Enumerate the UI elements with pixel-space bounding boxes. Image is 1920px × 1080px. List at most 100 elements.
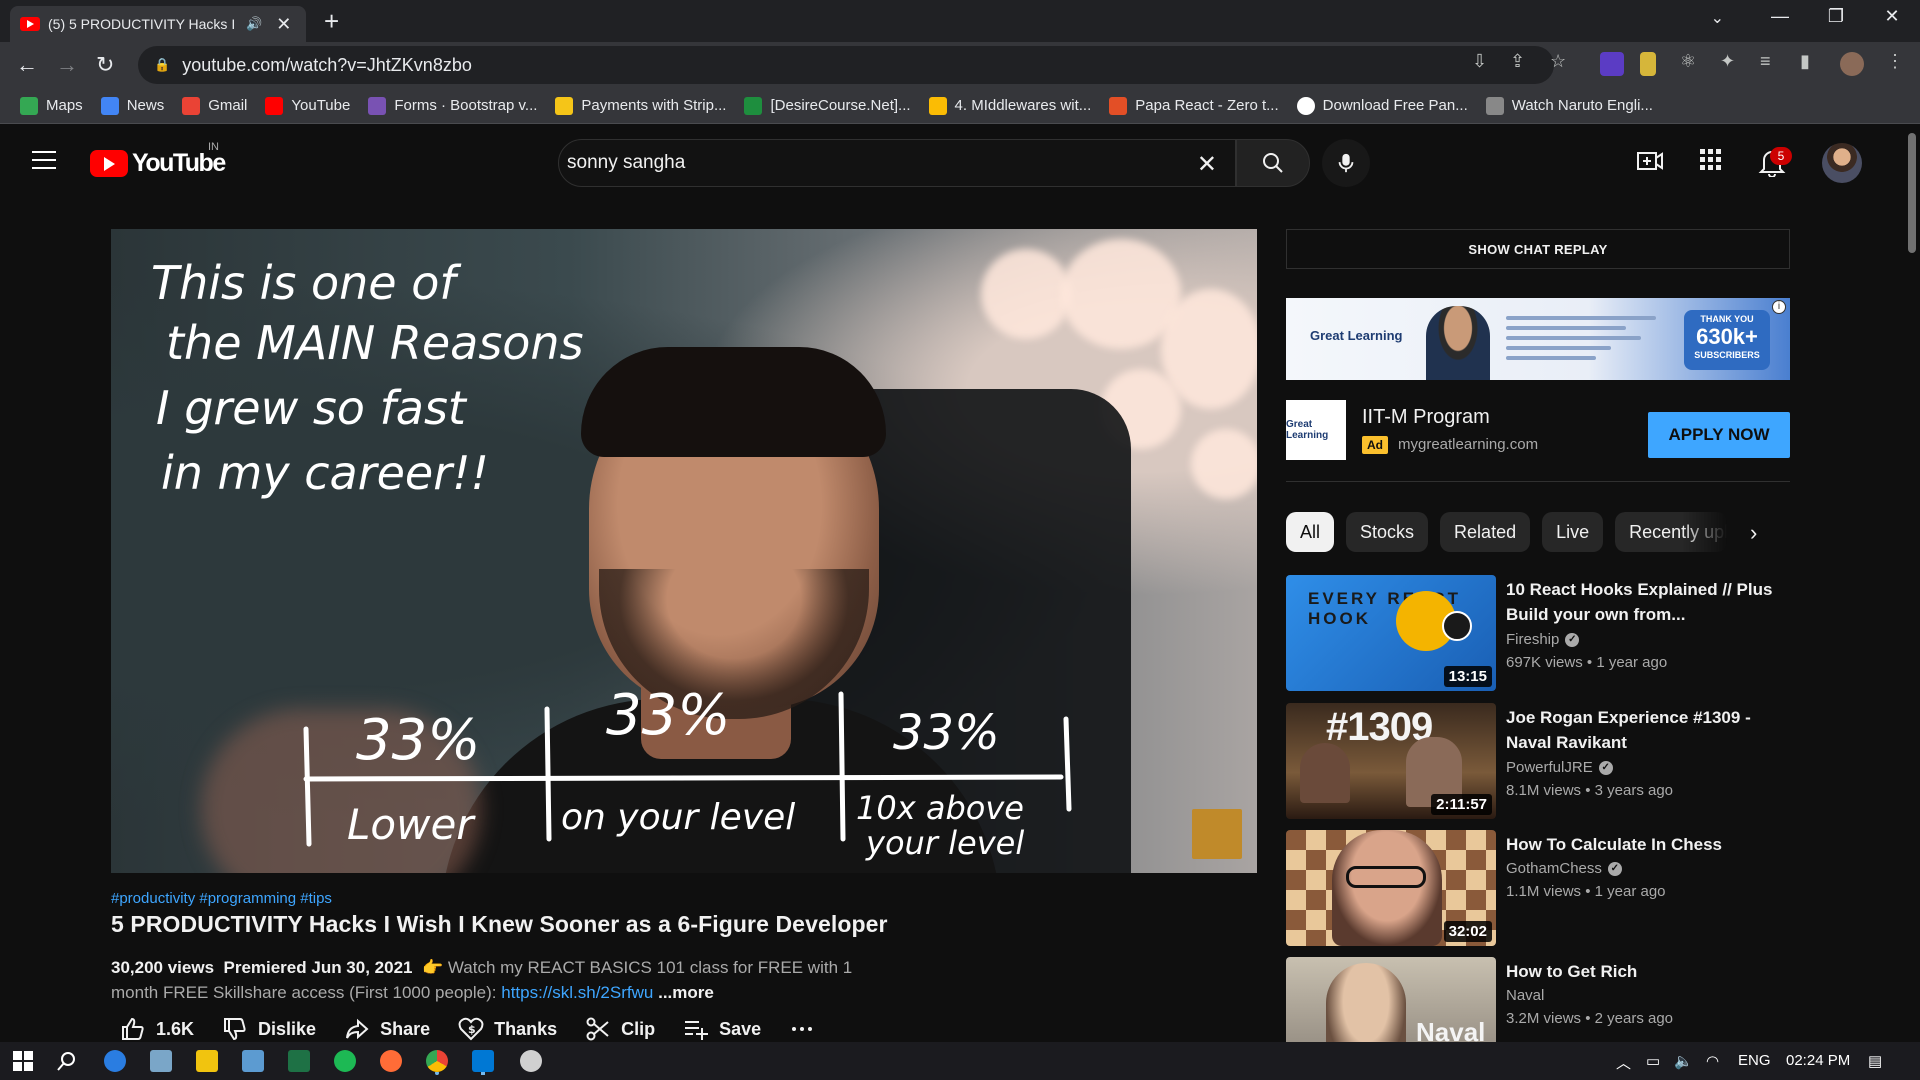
extension-icon[interactable] [1600, 52, 1624, 76]
volume-icon[interactable]: 🔈 [1674, 1052, 1693, 1070]
create-video-icon[interactable] [1636, 147, 1664, 175]
chip-related[interactable]: Related [1440, 512, 1531, 552]
app-icon[interactable] [150, 1050, 172, 1072]
video-player[interactable]: This is one of the MAIN Reasons I grew s… [111, 229, 1257, 873]
bookmark-bootstrap[interactable]: Forms · Bootstrap v... [368, 96, 537, 115]
clear-search-icon[interactable]: ✕ [1197, 150, 1217, 179]
excel-icon[interactable] [288, 1050, 310, 1072]
hashtags[interactable]: #productivity #programming #tips [111, 890, 332, 907]
dislike-button[interactable]: Dislike [222, 1016, 316, 1042]
bookmark-papa-react[interactable]: Papa React - Zero t... [1109, 96, 1279, 115]
taskbar-search-icon[interactable] [56, 1050, 78, 1072]
battery-icon[interactable]: ▭ [1646, 1052, 1660, 1070]
like-button[interactable]: 1.6K [120, 1016, 194, 1042]
video-title[interactable]: Joe Rogan Experience #1309 - Naval Ravik… [1506, 705, 1776, 755]
channel-name[interactable]: Naval [1506, 987, 1544, 1004]
tray-chevron-icon[interactable]: ︿ [1616, 1052, 1631, 1073]
spotify-icon[interactable] [334, 1050, 356, 1072]
show-more-button[interactable]: ...more [658, 983, 714, 1002]
video-title[interactable]: How To Calculate In Chess [1506, 832, 1776, 857]
video-thumbnail[interactable]: Naval [1286, 957, 1496, 1042]
video-thumbnail[interactable]: EVERY REACT HOOK 13:15 [1286, 575, 1496, 691]
search-box[interactable]: ✕ [558, 139, 1236, 187]
channel-name[interactable]: PowerfulJRE ✓ [1506, 759, 1613, 776]
bookmark-gmail[interactable]: Gmail [182, 96, 247, 115]
channel-watermark[interactable] [1192, 809, 1242, 859]
bookmark-star-icon[interactable]: ☆ [1550, 51, 1566, 72]
postman-icon[interactable] [380, 1050, 402, 1072]
more-actions-button[interactable] [789, 1016, 815, 1042]
save-button[interactable]: Save [683, 1016, 761, 1042]
minimize-button[interactable]: — [1752, 6, 1808, 27]
video-title[interactable]: How to Get Rich [1506, 959, 1776, 984]
chips-next-arrow-icon[interactable]: › [1750, 520, 1757, 546]
tab-search-icon[interactable]: ⌄ [1711, 8, 1724, 28]
speaker-icon[interactable]: 🔊 [246, 16, 262, 32]
description-link[interactable]: https://skl.sh/2Srfwu [501, 983, 653, 1002]
recommended-video[interactable]: Naval How to Get Rich Naval 3.2M views •… [1286, 957, 1790, 1042]
forward-icon[interactable]: → [56, 52, 78, 78]
windows-start-icon[interactable] [12, 1050, 34, 1072]
bookmark-download[interactable]: Download Free Pan... [1296, 96, 1468, 115]
bookmark-desirecourse[interactable]: [DesireCourse.Net]... [744, 96, 911, 115]
recommended-video[interactable]: #1309 2:11:57 Joe Rogan Experience #1309… [1286, 703, 1790, 819]
video-thumbnail[interactable]: 32:02 [1286, 830, 1496, 946]
install-icon[interactable]: ⇩ [1472, 51, 1487, 72]
chip-stocks[interactable]: Stocks [1346, 512, 1429, 552]
bookmark-stripe[interactable]: Payments with Strip... [555, 96, 726, 115]
search-input[interactable] [567, 152, 1167, 174]
settings-gear-icon[interactable] [520, 1050, 542, 1072]
clock[interactable]: 02:24 PM [1786, 1052, 1850, 1069]
profile-avatar[interactable] [1840, 52, 1864, 76]
notification-center-icon[interactable]: ▤ [1868, 1052, 1882, 1070]
browser-tab[interactable]: (5) 5 PRODUCTIVITY Hacks I 🔊 ✕ [10, 6, 306, 42]
close-window-button[interactable]: ✕ [1864, 6, 1920, 27]
new-tab-button[interactable]: + [324, 6, 339, 37]
ad-info-icon[interactable]: i [1772, 300, 1786, 314]
menu-kebab-icon[interactable]: ⋮ [1886, 51, 1904, 72]
channel-name[interactable]: GothamChess ✓ [1506, 860, 1622, 877]
lock-icon[interactable]: 🔒 [154, 57, 170, 73]
media-controls-icon[interactable]: ≡ [1760, 51, 1771, 72]
channel-name[interactable]: Fireship ✓ [1506, 631, 1580, 648]
vscode-icon[interactable] [472, 1050, 494, 1072]
search-button[interactable] [1236, 139, 1310, 187]
apps-grid-icon[interactable] [1698, 147, 1724, 173]
chip-all[interactable]: All [1286, 512, 1335, 552]
ad-banner[interactable]: Great Learning THANK YOU 630k+ SUBSCRIBE… [1286, 298, 1790, 380]
chip-live[interactable]: Live [1542, 512, 1604, 552]
clip-button[interactable]: Clip [585, 1016, 655, 1042]
show-chat-replay-button[interactable]: SHOW CHAT REPLAY [1286, 229, 1790, 269]
bookmark-maps[interactable]: Maps [20, 96, 83, 115]
language-indicator[interactable]: ENG [1738, 1052, 1771, 1069]
bookmark-middlewares[interactable]: 4. MIddlewares wit... [928, 96, 1091, 115]
extensions-puzzle-icon[interactable]: ✦ [1720, 51, 1735, 72]
bookmark-youtube[interactable]: YouTube [265, 96, 350, 115]
close-tab-icon[interactable]: ✕ [276, 14, 291, 35]
extension-icon[interactable] [1640, 52, 1656, 76]
recommended-video[interactable]: 32:02 How To Calculate In Chess GothamCh… [1286, 830, 1790, 946]
account-avatar[interactable] [1822, 143, 1862, 183]
voice-search-button[interactable] [1322, 139, 1370, 187]
reload-icon[interactable]: ↻ [96, 52, 114, 78]
bookmark-naruto[interactable]: Watch Naruto Engli... [1485, 96, 1653, 115]
ad-card[interactable]: Great Learning IIT-M Program Ad mygreatl… [1286, 400, 1790, 460]
wifi-icon[interactable]: ◠ [1706, 1052, 1719, 1070]
apply-now-button[interactable]: APPLY NOW [1648, 412, 1790, 458]
video-thumbnail[interactable]: #1309 2:11:57 [1286, 703, 1496, 819]
side-panel-icon[interactable]: ▮ [1800, 51, 1810, 72]
hamburger-menu-icon[interactable] [32, 151, 56, 175]
share-icon[interactable]: ⇪ [1510, 51, 1525, 72]
edge-icon[interactable] [104, 1050, 126, 1072]
youtube-logo[interactable]: YouTube IN [90, 141, 226, 178]
address-bar[interactable]: 🔒 youtube.com/watch?v=JhtZKvn8zbo [138, 46, 1554, 84]
back-icon[interactable]: ← [16, 52, 38, 78]
chip-recently-uploaded[interactable]: Recently uploaded [1615, 512, 1728, 552]
recommended-video[interactable]: EVERY REACT HOOK 13:15 10 React Hooks Ex… [1286, 575, 1790, 691]
restore-button[interactable]: ❐ [1808, 6, 1864, 27]
scrollbar-thumb[interactable] [1908, 133, 1916, 253]
app-icon[interactable] [242, 1050, 264, 1072]
thanks-button[interactable]: $ Thanks [458, 1016, 557, 1042]
page-scrollbar[interactable] [1904, 125, 1920, 1042]
bookmark-news[interactable]: News [100, 96, 164, 115]
